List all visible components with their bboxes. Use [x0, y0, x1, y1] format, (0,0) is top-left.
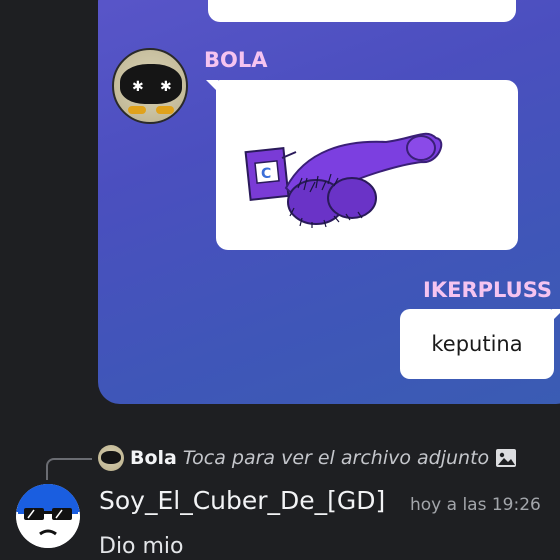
embed-reply-text: keputina — [431, 332, 523, 356]
message-author[interactable]: Soy_El_Cuber_De_[GD] — [99, 486, 385, 515]
bola-avatar: ✱ ✱ — [112, 48, 188, 124]
svg-text:C: C — [261, 166, 271, 182]
previous-message-bubble — [208, 0, 516, 22]
reply-author[interactable]: Bola — [130, 447, 177, 469]
reply-avatar — [98, 445, 124, 471]
message-text: Dio mio — [99, 534, 184, 559]
attached-image[interactable]: ✱ ✱ BOLA C IKERPLUSS keputina — [98, 0, 560, 404]
embed-reply-bubble: keputina — [400, 309, 560, 379]
reply-connector — [46, 458, 92, 480]
embed-sender-name: BOLA — [204, 48, 268, 72]
drawing-image: C — [244, 132, 443, 228]
image-icon — [496, 449, 517, 467]
message-timestamp: hoy a las 19:26 — [410, 495, 541, 515]
embed-reply-sender-name: IKERPLUSS — [423, 278, 552, 302]
embed-image-bubble: C — [206, 80, 518, 250]
reply-reference[interactable]: Bola Toca para ver el archivo adjunto — [98, 444, 517, 472]
reply-preview-text[interactable]: Toca para ver el archivo adjunto — [183, 447, 489, 469]
author-avatar[interactable] — [16, 484, 80, 548]
